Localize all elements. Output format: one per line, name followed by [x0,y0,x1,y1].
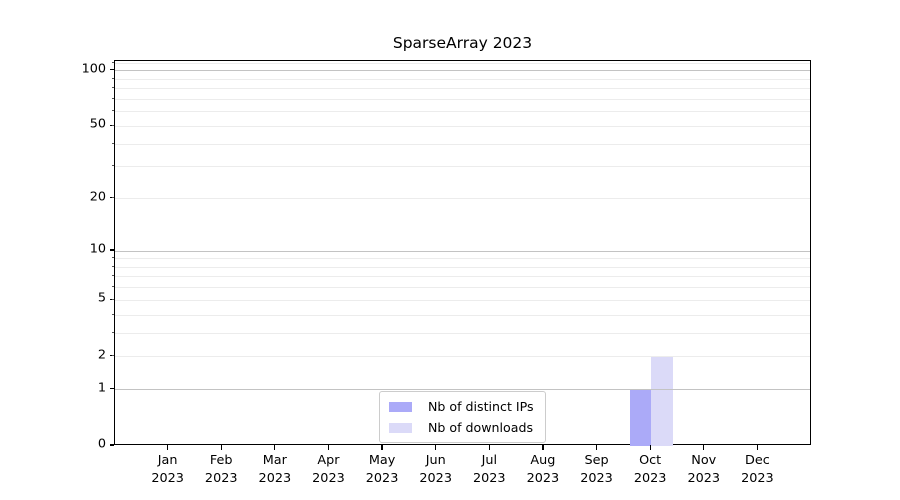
y-tick-label-2: 2 [97,347,106,363]
x-tick-apr [327,445,330,450]
y-tick-100 [109,69,114,71]
y-minor-tick-40 [111,142,114,144]
y-minor-tick-4 [111,313,114,315]
legend-swatch-downloads [389,422,412,433]
y-tick-label-20: 20 [89,189,106,205]
y-tick-10 [109,249,114,251]
legend-swatch-distinct-ips [389,401,412,412]
y-tick-0 [109,444,114,446]
y-minor-tick-6 [111,286,114,288]
y-minor-tick-3 [111,331,114,333]
y-minor-tick-30 [111,165,114,167]
y-tick-label-10: 10 [89,241,106,257]
chart-title: SparseArray 2023 [392,34,533,52]
legend-item-downloads: Nb of downloads [389,420,534,435]
x-tick-jan [167,445,169,450]
y-tick-label-0: 0 [97,436,106,452]
y-minor-tick-110 [111,61,114,63]
y-minor-tick-60 [111,110,114,112]
figure: SparseArray 2023 Nb of distinct IPs Nb o… [0,0,900,500]
y-gridline-major-10 [115,250,810,252]
y-gridline-major-1 [115,389,810,391]
x-tick-label-dec: Dec 2023 [741,453,774,486]
major-gridlines [115,61,810,444]
legend-item-distinct-ips: Nb of distinct IPs [389,399,534,414]
x-tick-sep [595,445,598,450]
x-tick-jul [488,445,490,450]
x-tick-dec [756,445,758,450]
legend-label-distinct-ips: Nb of distinct IPs [428,399,534,414]
y-minor-tick-90 [111,77,114,79]
x-tick-feb [220,445,222,450]
x-tick-jun [435,445,437,450]
x-tick-aug [542,445,544,450]
y-minor-tick-5 [111,298,114,300]
y-tick-label-100: 100 [81,61,106,77]
y-tick-label-50: 50 [89,116,106,132]
x-tick-nov [703,445,705,450]
x-tick-may [381,445,383,450]
x-tick-oct [649,445,651,450]
y-tick-label-1: 1 [97,380,106,396]
y-minor-tick-80 [111,87,114,89]
plot-area: Nb of distinct IPs Nb of downloads [114,60,811,446]
x-tick-mar [274,445,276,450]
y-minor-tick-50 [111,124,114,126]
legend-label-downloads: Nb of downloads [428,420,534,435]
y-minor-tick-7 [111,275,114,277]
legend: Nb of distinct IPs Nb of downloads [379,391,546,443]
y-minor-tick-8 [111,265,114,267]
y-tick-label-5: 5 [97,290,106,306]
y-minor-tick-2 [111,355,114,357]
y-minor-tick-70 [111,97,114,99]
y-minor-tick-9 [111,257,114,259]
y-tick-1 [109,388,114,390]
y-gridline-major-100 [115,70,810,72]
y-minor-tick-20 [111,197,114,198]
